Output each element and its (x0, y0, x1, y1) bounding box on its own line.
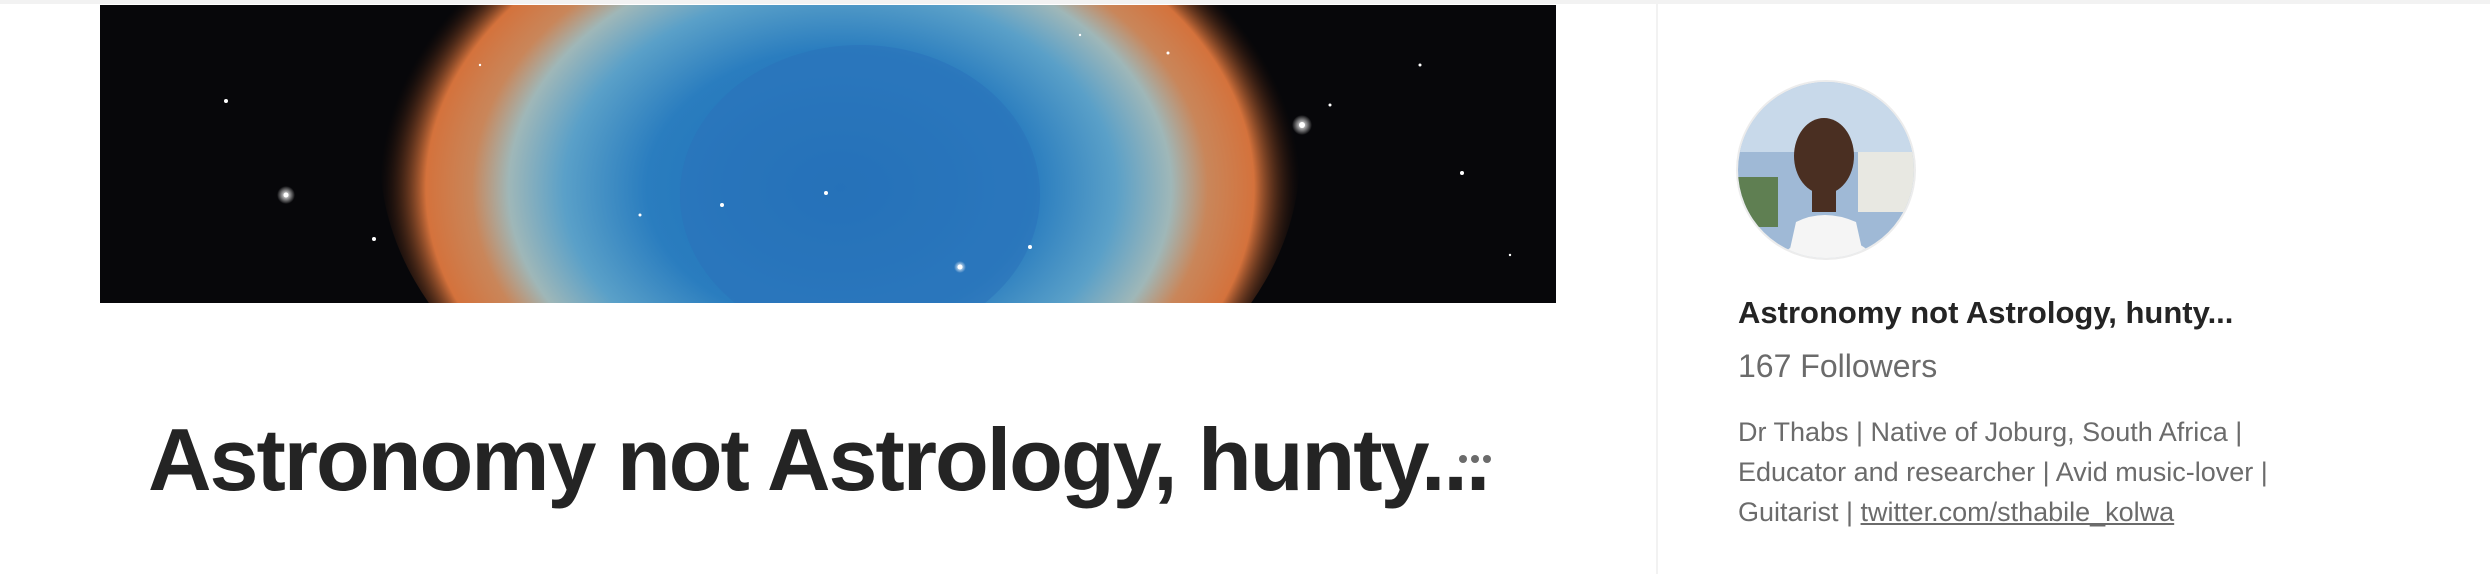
sidebar-publication-name[interactable]: Astronomy not Astrology, hunty... (1738, 292, 2233, 334)
bio-line: Educator and researcher | Avid music-lov… (1738, 457, 2268, 487)
bio-line: Guitarist | twitter.com/sthabile_kolwa (1738, 492, 2378, 532)
banner-image (100, 5, 1556, 303)
publication-sidebar: Astronomy not Astrology, hunty... 167 Fo… (1658, 0, 2490, 574)
publication-title: Astronomy not Astrology, hunty... (148, 410, 1490, 509)
more-options-button[interactable] (1446, 436, 1504, 482)
bio-line: Dr Thabs | Native of Joburg, South Afric… (1738, 417, 2243, 447)
publication-main: Astronomy not Astrology, hunty... (0, 0, 1656, 574)
twitter-link[interactable]: twitter.com/sthabile_kolwa (1861, 497, 2175, 527)
more-horizontal-icon (1459, 455, 1491, 463)
bio-text: Guitarist | (1738, 497, 1861, 527)
publication-bio: Dr Thabs | Native of Joburg, South Afric… (1738, 412, 2378, 532)
followers-count[interactable]: 167 Followers (1738, 344, 1937, 388)
author-avatar[interactable] (1738, 82, 1914, 258)
